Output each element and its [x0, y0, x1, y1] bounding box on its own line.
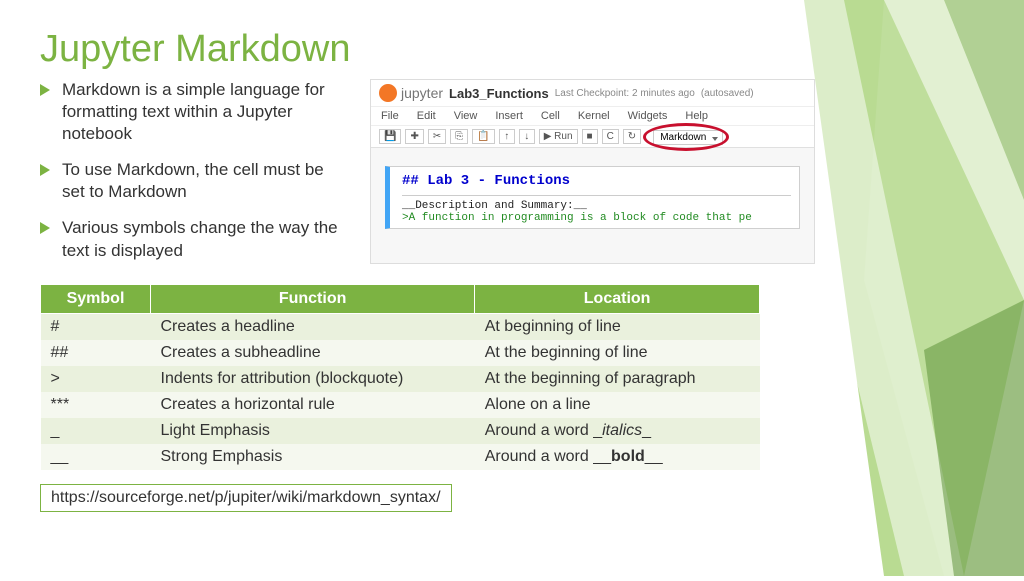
jupyter-brand: jupyter: [401, 85, 443, 101]
cell-desc-line: __Description and Summary:__: [402, 200, 791, 212]
fn-cell: Creates a headline: [151, 313, 475, 340]
paste-icon[interactable]: 📋: [472, 129, 494, 144]
menu-view[interactable]: View: [454, 110, 478, 122]
add-cell-icon[interactable]: ✚: [405, 129, 423, 144]
save-icon[interactable]: 💾: [379, 129, 401, 144]
table-row: > Indents for attribution (blockquote) A…: [41, 366, 760, 392]
menu-cell[interactable]: Cell: [541, 110, 560, 122]
fn-cell: Creates a subheadline: [151, 340, 475, 366]
table-row: __ Strong Emphasis Around a word __bold_…: [41, 444, 760, 470]
menu-help[interactable]: Help: [685, 110, 708, 122]
notebook-cell: ## Lab 3 - Functions __Description and S…: [385, 166, 800, 229]
jupyter-menubar: File Edit View Insert Cell Kernel Widget…: [371, 107, 814, 126]
table-row: ## Creates a subheadline At the beginnin…: [41, 340, 760, 366]
bullet-item: Markdown is a simple language for format…: [40, 79, 350, 145]
sym-cell: _: [41, 418, 151, 444]
table-header-row: Symbol Function Location: [41, 284, 760, 313]
loc-cell: Around a word __bold__: [475, 444, 760, 470]
menu-insert[interactable]: Insert: [495, 110, 523, 122]
cell-separator: [402, 195, 791, 196]
bullet-item: Various symbols change the way the text …: [40, 217, 350, 261]
cell-heading-line: ## Lab 3 - Functions: [402, 173, 791, 189]
autosaved-text: (autosaved): [701, 88, 754, 99]
run-button[interactable]: ▶ Run: [539, 129, 578, 144]
jupyter-toolbar: 💾 ✚ ✂ ⎘ 📋 ↑ ↓ ▶ Run ■ C ↻ Markdown: [371, 126, 814, 148]
jupyter-logo-icon: [379, 84, 397, 102]
menu-widgets[interactable]: Widgets: [628, 110, 668, 122]
loc-cell: At beginning of line: [475, 313, 760, 340]
fn-cell: Indents for attribution (blockquote): [151, 366, 475, 392]
reference-link[interactable]: https://sourceforge.net/p/jupiter/wiki/m…: [40, 484, 452, 512]
loc-cell: Around a word _italics_: [475, 418, 760, 444]
stop-icon[interactable]: ■: [582, 129, 598, 144]
menu-kernel[interactable]: Kernel: [578, 110, 610, 122]
col-location: Location: [475, 284, 760, 313]
move-up-icon[interactable]: ↑: [499, 129, 515, 144]
restart-icon[interactable]: C: [602, 129, 619, 144]
col-function: Function: [151, 284, 475, 313]
slide-title: Jupyter Markdown: [40, 28, 984, 71]
sym-cell: __: [41, 444, 151, 470]
jupyter-screenshot: jupyter Lab3_Functions Last Checkpoint: …: [370, 79, 815, 264]
sym-cell: >: [41, 366, 151, 392]
menu-file[interactable]: File: [381, 110, 399, 122]
sym-cell: ##: [41, 340, 151, 366]
rerun-icon[interactable]: ↻: [623, 129, 641, 144]
copy-icon[interactable]: ⎘: [450, 129, 468, 144]
loc-cell: At the beginning of paragraph: [475, 366, 760, 392]
move-down-icon[interactable]: ↓: [519, 129, 535, 144]
markdown-syntax-table: Symbol Function Location # Creates a hea…: [40, 284, 760, 470]
notebook-title: Lab3_Functions: [449, 86, 549, 101]
jupyter-logo: jupyter: [379, 84, 443, 102]
checkpoint-text: Last Checkpoint: 2 minutes ago: [555, 88, 695, 99]
bullet-list: Markdown is a simple language for format…: [40, 79, 350, 276]
cell-type-dropdown[interactable]: Markdown: [653, 130, 723, 145]
sym-cell: ***: [41, 392, 151, 418]
menu-edit[interactable]: Edit: [417, 110, 436, 122]
table-row: # Creates a headline At beginning of lin…: [41, 313, 760, 340]
cell-quote-line: >A function in programming is a block of…: [402, 212, 791, 224]
table-row: *** Creates a horizontal rule Alone on a…: [41, 392, 760, 418]
fn-cell: Light Emphasis: [151, 418, 475, 444]
loc-cell: At the beginning of line: [475, 340, 760, 366]
loc-cell: Alone on a line: [475, 392, 760, 418]
fn-cell: Creates a horizontal rule: [151, 392, 475, 418]
bullet-item: To use Markdown, the cell must be set to…: [40, 159, 350, 203]
jupyter-header: jupyter Lab3_Functions Last Checkpoint: …: [371, 80, 814, 107]
col-symbol: Symbol: [41, 284, 151, 313]
fn-cell: Strong Emphasis: [151, 444, 475, 470]
table-row: _ Light Emphasis Around a word _italics_: [41, 418, 760, 444]
sym-cell: #: [41, 313, 151, 340]
cut-icon[interactable]: ✂: [428, 129, 446, 144]
